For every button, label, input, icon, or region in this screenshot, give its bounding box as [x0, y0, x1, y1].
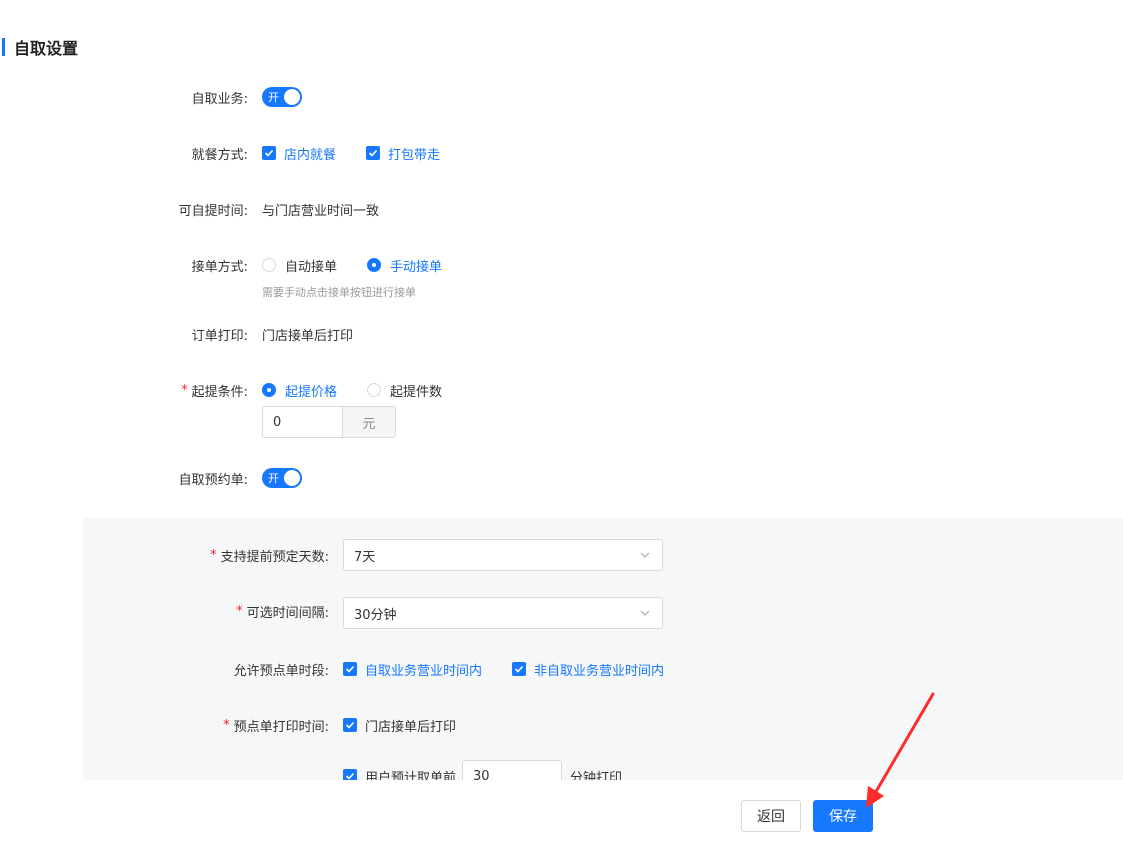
footer-bar: 返回 保存 — [0, 780, 1123, 843]
interval-label: 可选时间间隔: — [246, 605, 329, 621]
checkbox-checked-icon — [262, 146, 276, 160]
preorder-label: 自取预约单: — [178, 472, 248, 488]
order-print-value: 门店接单后打印 — [262, 328, 354, 344]
min-price-unit: 元 — [343, 407, 395, 437]
radio-unchecked-icon — [367, 383, 382, 397]
period-option-out-of-hours[interactable]: 非自取业务营业时间内 — [512, 660, 664, 679]
advance-days-select[interactable]: 7天 — [343, 539, 663, 571]
radio-checked-icon — [262, 383, 276, 397]
radio-unchecked-icon — [262, 258, 276, 272]
min-condition-option-count[interactable]: 起提件数 — [367, 381, 442, 400]
required-mark: * — [210, 547, 217, 563]
checkbox-checked-icon — [343, 662, 357, 676]
pickup-time-value: 与门店营业时间一致 — [262, 203, 380, 219]
required-mark: * — [236, 603, 243, 619]
accept-option-auto[interactable]: 自动接单 — [262, 256, 337, 275]
switch-knob — [284, 89, 300, 105]
print-time-option-on-accept[interactable]: 门店接单后打印 — [343, 716, 456, 735]
switch-on-text: 开 — [268, 91, 279, 104]
section-accent-bar — [2, 38, 5, 56]
accept-option-manual[interactable]: 手动接单 — [367, 256, 442, 275]
interval-select[interactable]: 30分钟 — [343, 597, 663, 629]
dining-label: 就餐方式: — [191, 147, 248, 163]
chevron-down-icon — [640, 552, 650, 558]
advance-days-value: 7天 — [354, 549, 376, 565]
dining-option-dine-in[interactable]: 店内就餐 — [262, 144, 336, 163]
interval-value: 30分钟 — [354, 607, 397, 623]
save-button[interactable]: 保存 — [813, 800, 873, 832]
section-header: 自取设置 — [0, 36, 78, 58]
preorder-switch[interactable]: 开 — [262, 468, 302, 488]
switch-knob — [284, 470, 300, 486]
chevron-down-icon — [640, 610, 650, 616]
period-option-in-hours[interactable]: 自取业务营业时间内 — [343, 660, 482, 679]
allowed-periods-label: 允许预点单时段: — [233, 663, 329, 679]
back-button[interactable]: 返回 — [741, 800, 801, 832]
advance-days-label: 支持提前预定天数: — [220, 549, 329, 565]
section-title: 自取设置 — [14, 39, 79, 58]
min-condition-option-price[interactable]: 起提价格 — [262, 381, 337, 400]
pickup-business-label: 自取业务: — [191, 91, 248, 107]
dining-option-takeaway[interactable]: 打包带走 — [366, 144, 440, 163]
required-mark: * — [181, 382, 188, 398]
order-print-label: 订单打印: — [191, 328, 248, 344]
checkbox-checked-icon — [366, 146, 381, 160]
radio-checked-icon — [367, 258, 382, 272]
accept-mode-label: 接单方式: — [191, 259, 248, 275]
print-time-label: 预点单打印时间: — [233, 719, 329, 735]
pickup-business-switch[interactable]: 开 — [262, 87, 302, 107]
switch-on-text: 开 — [268, 472, 279, 485]
min-condition-label: 起提条件: — [191, 384, 248, 400]
checkbox-checked-icon — [512, 662, 527, 676]
min-price-input[interactable]: 0 — [263, 407, 343, 437]
required-mark: * — [223, 717, 230, 733]
min-price-input-group: 0 元 — [262, 406, 396, 438]
accept-mode-hint: 需要手动点击接单按钮进行接单 — [262, 286, 416, 299]
checkbox-checked-icon — [343, 718, 357, 732]
pickup-time-label: 可自提时间: — [178, 203, 248, 219]
